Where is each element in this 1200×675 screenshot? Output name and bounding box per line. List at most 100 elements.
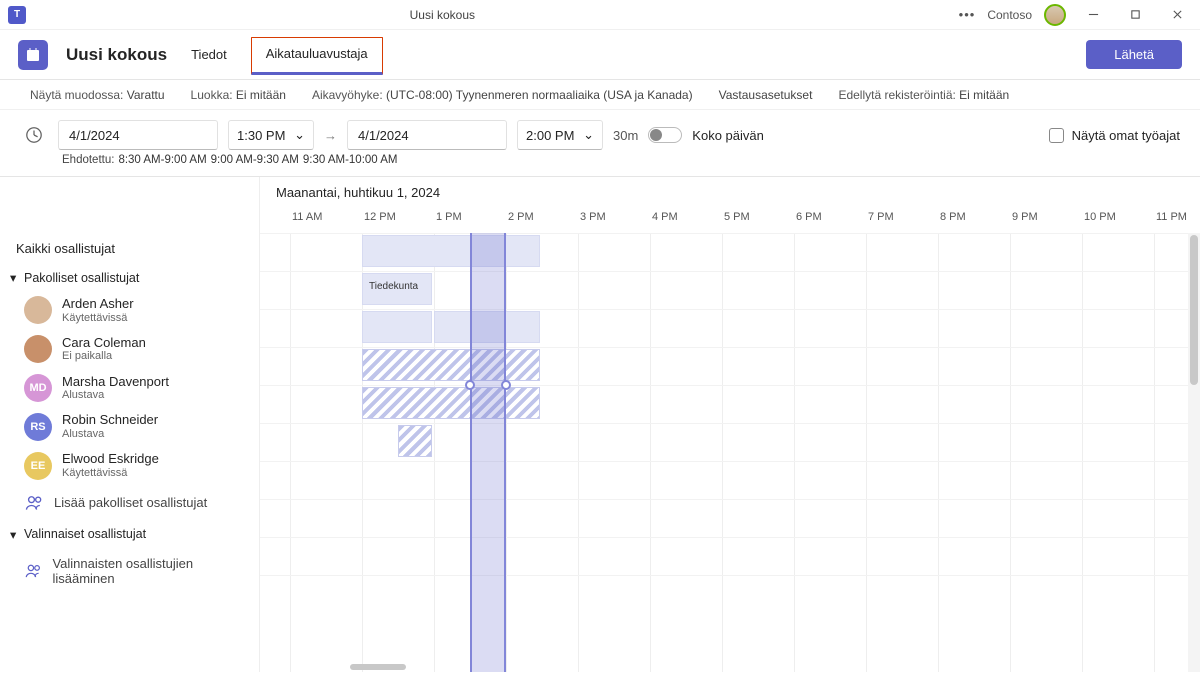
hour-label: 6 PM [794, 211, 866, 231]
all-attendees-header: Kaikki osallistujat [0, 233, 259, 264]
suggested-slot[interactable]: 9:30 AM-10:00 AM [303, 154, 398, 166]
tentative-block [362, 349, 540, 381]
avatar: MD [24, 374, 52, 402]
user-avatar[interactable] [1044, 4, 1066, 26]
hour-label: 3 PM [578, 211, 650, 231]
chevron-down-icon: ▾ [10, 527, 20, 542]
hour-label: 5 PM [722, 211, 794, 231]
attendee-status: Käytettävissä [62, 312, 134, 325]
timezone-selector[interactable]: Aikavyöhyke: (UTC-08:00) Tyynenmeren nor… [312, 88, 693, 102]
suggested-slot[interactable]: 9:00 AM-9:30 AM [211, 154, 299, 166]
page-header: Uusi kokous Tiedot Aikatauluavustaja Läh… [0, 30, 1200, 80]
time-selection-overlay[interactable] [470, 233, 506, 672]
horizontal-scrollbar[interactable] [350, 664, 406, 670]
timeline-body[interactable]: Tiedekunta [260, 233, 1200, 672]
tab-scheduling-assistant-label: Aikatauluavustaja [266, 46, 368, 61]
suggested-slot[interactable]: 8:30 AM-9:00 AM [118, 154, 206, 166]
chevron-down-icon: ⌄ [583, 127, 594, 143]
send-button[interactable]: Lähetä [1086, 40, 1182, 69]
hour-label: 11 PM [1154, 211, 1200, 231]
hour-label: 10 PM [1082, 211, 1154, 231]
attendee-row[interactable]: Arden AsherKäytettävissä [0, 291, 259, 330]
start-date-input[interactable]: 4/1/2024 [58, 120, 218, 150]
attendee-name: Cara Coleman [62, 335, 146, 351]
duration-label: 30m [613, 128, 638, 143]
attendee-name: Marsha Davenport [62, 374, 169, 390]
clock-icon [20, 126, 48, 144]
category-selector[interactable]: Luokka: Ei mitään [191, 88, 286, 102]
time-selection-row: 4/1/2024 1:30 PM⌄ → 4/1/2024 2:00 PM⌄ 30… [0, 110, 1200, 154]
response-options-selector[interactable]: Vastausasetukset [719, 88, 813, 102]
arrow-right-icon: → [324, 128, 337, 143]
start-time-select[interactable]: 1:30 PM⌄ [228, 120, 314, 150]
hour-label: 8 PM [938, 211, 1010, 231]
end-time-select[interactable]: 2:00 PM⌄ [517, 120, 603, 150]
selection-handle[interactable] [501, 380, 511, 390]
more-icon[interactable]: ••• [959, 7, 976, 22]
all-day-toggle[interactable] [648, 127, 682, 143]
tab-scheduling-assistant[interactable]: Aikatauluavustaja [251, 37, 383, 75]
attendee-status: Alustava [62, 389, 169, 402]
attendee-row[interactable]: EE Elwood EskridgeKäytettävissä [0, 446, 259, 485]
attendee-name: Robin Schneider [62, 412, 158, 428]
hour-label: 1 PM [434, 211, 506, 231]
optional-attendees-group[interactable]: ▾ Valinnaiset osallistujat [0, 521, 259, 548]
hour-label: 9 PM [1010, 211, 1082, 231]
scheduling-main: Kaikki osallistujat ▾ Pakolliset osallis… [0, 177, 1200, 672]
avatar: EE [24, 452, 52, 480]
window-titlebar: T Uusi kokous ••• Contoso [0, 0, 1200, 30]
window-close-button[interactable] [1162, 5, 1192, 25]
add-optional-attendees[interactable]: Valinnaisten osallistujien lisääminen [0, 548, 259, 594]
timeline-grid[interactable]: Maanantai, huhtikuu 1, 2024 11 AM12 PM1 … [260, 177, 1200, 672]
timeline-day-label: Maanantai, huhtikuu 1, 2024 [276, 185, 440, 200]
require-registration-selector[interactable]: Edellytä rekisteröintiä: Ei mitään [838, 88, 1009, 102]
hour-label: 12 PM [362, 211, 434, 231]
window-title: Uusi kokous [410, 8, 475, 22]
event-label: Tiedekunta [365, 279, 422, 294]
avatar [24, 296, 52, 324]
avatar: RS [24, 413, 52, 441]
vertical-scrollbar[interactable] [1188, 233, 1200, 672]
suggested-label: Ehdotettu: [62, 154, 114, 166]
chevron-down-icon: ▾ [10, 270, 20, 285]
attendee-status: Käytettävissä [62, 467, 159, 480]
hour-label: 11 AM [290, 211, 362, 231]
suggested-times-row: Ehdotettu: 8:30 AM-9:00 AM 9:00 AM-9:30 … [0, 154, 1200, 177]
show-as-selector[interactable]: Näytä muodossa: Varattu [30, 88, 165, 102]
attendee-row[interactable]: Cara ColemanEi paikalla [0, 330, 259, 369]
attendee-name: Arden Asher [62, 296, 134, 312]
window-maximize-button[interactable] [1120, 5, 1150, 25]
show-work-hours-checkbox[interactable]: Näytä omat työajat [1049, 128, 1180, 143]
required-attendees-group[interactable]: ▾ Pakolliset osallistujat [0, 264, 259, 291]
window-minimize-button[interactable] [1078, 5, 1108, 25]
tab-details[interactable]: Tiedot [185, 33, 233, 76]
show-work-hours-label: Näytä omat työajat [1072, 128, 1180, 143]
calendar-icon [18, 40, 48, 70]
selection-handle[interactable] [465, 380, 475, 390]
add-required-attendees[interactable]: Lisää pakolliset osallistujat [0, 485, 259, 521]
end-date-input[interactable]: 4/1/2024 [347, 120, 507, 150]
hour-label: 7 PM [866, 211, 938, 231]
hour-label: 4 PM [650, 211, 722, 231]
attendee-status: Alustava [62, 428, 158, 441]
add-required-label: Lisää pakolliset osallistujat [54, 495, 207, 510]
attendees-column: Kaikki osallistujat ▾ Pakolliset osallis… [0, 177, 260, 672]
all-day-label: Koko päivän [692, 128, 764, 143]
meeting-options-bar: Näytä muodossa: Varattu Luokka: Ei mitää… [0, 80, 1200, 110]
timeline-hours-row: 11 AM12 PM1 PM2 PM3 PM4 PM5 PM6 PM7 PM8 … [260, 211, 1200, 231]
tentative-block [398, 425, 432, 457]
attendee-row[interactable]: MD Marsha DavenportAlustava [0, 369, 259, 408]
attendee-name: Elwood Eskridge [62, 451, 159, 467]
optional-attendees-label: Valinnaiset osallistujat [24, 527, 146, 541]
required-attendees-label: Pakolliset osallistujat [24, 271, 139, 285]
add-optional-label: Valinnaisten osallistujien lisääminen [52, 556, 243, 586]
teams-logo-icon: T [8, 6, 26, 24]
avatar [24, 335, 52, 363]
page-title: Uusi kokous [66, 45, 167, 65]
checkbox-icon [1049, 128, 1064, 143]
attendee-status: Ei paikalla [62, 350, 146, 363]
tentative-block [362, 387, 540, 419]
org-name: Contoso [987, 8, 1032, 22]
attendee-row[interactable]: RS Robin SchneiderAlustava [0, 407, 259, 446]
busy-block [362, 235, 540, 267]
